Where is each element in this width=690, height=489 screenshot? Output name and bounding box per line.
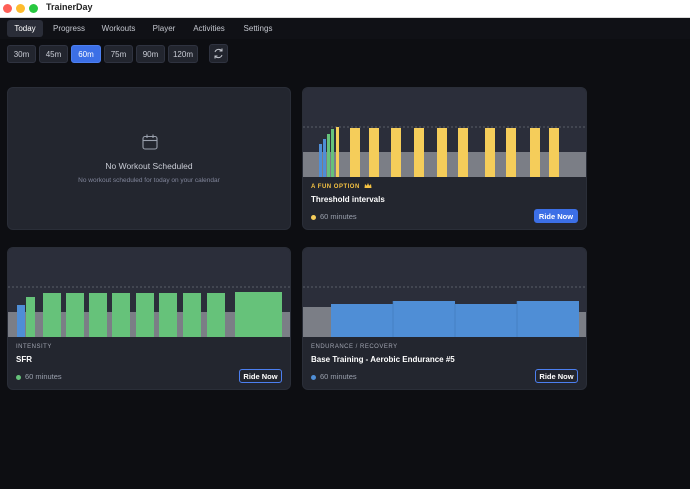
ride-now-button[interactable]: Ride Now (534, 209, 578, 223)
workout-duration: 60 minutes (16, 372, 62, 381)
ride-now-button[interactable]: Ride Now (239, 369, 282, 383)
duration-45m-button[interactable]: 45m (39, 45, 68, 63)
workout-tag: INTENSITY (16, 344, 52, 350)
ride-now-button[interactable]: Ride Now (535, 369, 578, 383)
calendar-icon (142, 134, 158, 150)
top-nav: Today Progress Workouts Player Activitie… (0, 18, 690, 39)
duration-90m-button[interactable]: 90m (136, 45, 165, 63)
duration-30m-button[interactable]: 30m (7, 45, 36, 63)
no-workout-card: No Workout Scheduled No workout schedule… (7, 87, 291, 230)
workout-duration: 60 minutes (311, 212, 357, 221)
tab-settings[interactable]: Settings (238, 20, 278, 37)
workout-card-threshold[interactable]: A FUN OPTION Threshold intervals 60 minu… (302, 87, 587, 230)
duration-dot (311, 374, 316, 380)
workout-card-sfr[interactable]: INTENSITY SFR 60 minutes Ride Now (7, 247, 291, 390)
duration-60m-button[interactable]: 60m (71, 45, 101, 63)
workout-name[interactable]: SFR (16, 355, 32, 364)
workout-tag-label: A FUN OPTION (311, 184, 360, 190)
workout-card-base-training[interactable]: ENDURANCE / RECOVERY Base Training - Aer… (302, 247, 587, 390)
workout-profile-chart (303, 88, 586, 177)
duration-dot (16, 374, 21, 380)
tab-activities[interactable]: Activities (187, 20, 231, 37)
duration-75m-button[interactable]: 75m (104, 45, 133, 63)
workout-tag: A FUN OPTION (311, 182, 372, 190)
workout-duration: 60 minutes (311, 372, 357, 381)
zoom-window-button[interactable] (29, 4, 38, 13)
crown-icon (364, 183, 372, 188)
refresh-button[interactable] (209, 44, 228, 63)
duration-dot (311, 214, 316, 220)
tab-today[interactable]: Today (7, 20, 43, 37)
duration-label: 60 minutes (320, 212, 357, 221)
duration-label: 60 minutes (320, 372, 357, 381)
window-title: TrainerDay (46, 2, 93, 12)
duration-label: 60 minutes (25, 372, 62, 381)
empty-title: No Workout Scheduled (105, 161, 193, 171)
empty-subtitle: No workout scheduled for today on your c… (78, 177, 220, 184)
refresh-icon (214, 48, 223, 59)
tab-progress[interactable]: Progress (48, 20, 90, 37)
minimize-window-button[interactable] (16, 4, 25, 13)
workout-name[interactable]: Base Training - Aerobic Endurance #5 (311, 355, 455, 364)
workout-tag: ENDURANCE / RECOVERY (311, 344, 398, 350)
window-titlebar: TrainerDay (0, 0, 690, 18)
workout-profile-chart (8, 248, 290, 337)
duration-120m-button[interactable]: 120m (168, 45, 198, 63)
close-window-button[interactable] (3, 4, 12, 13)
tab-workouts[interactable]: Workouts (96, 20, 141, 37)
tab-player[interactable]: Player (147, 20, 181, 37)
workout-profile-chart (303, 248, 586, 337)
workout-name[interactable]: Threshold intervals (311, 195, 385, 204)
